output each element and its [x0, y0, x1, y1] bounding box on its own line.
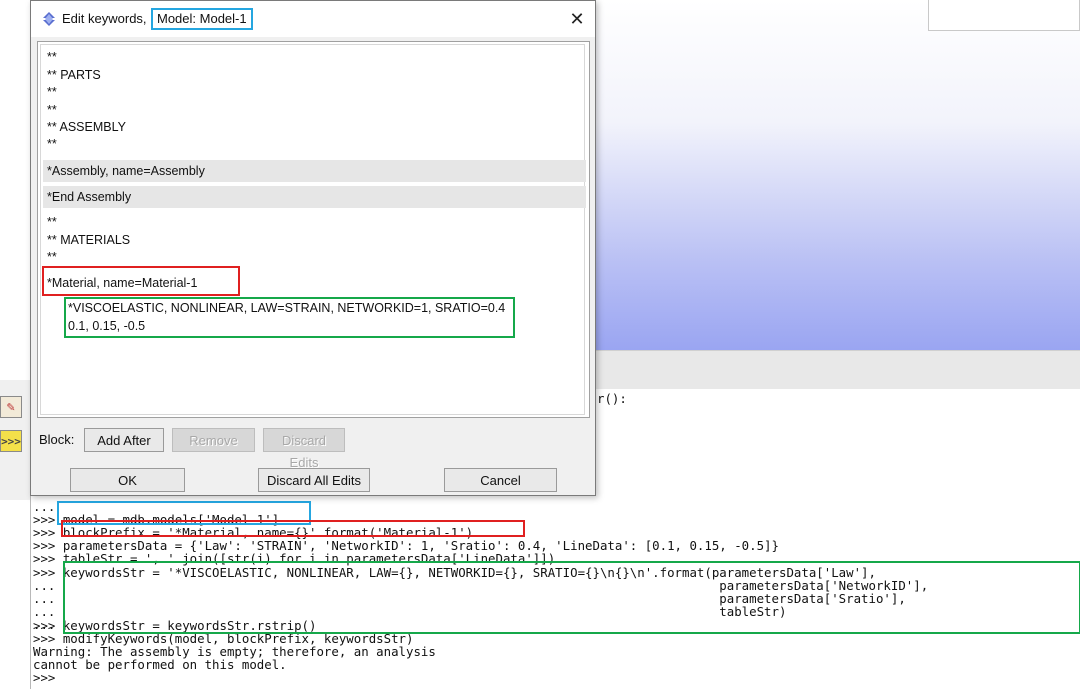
edit-keywords-dialog: Edit keywords, Model: Model-1 ✕ ** ** PA…: [30, 0, 596, 496]
close-icon: ✕: [569, 9, 585, 29]
python-prompt-icon[interactable]: >>>: [0, 430, 22, 452]
console-partial-line: r():: [597, 391, 627, 406]
discard-edits-button[interactable]: Discard Edits: [263, 428, 345, 470]
close-button[interactable]: ✕: [565, 7, 589, 31]
keyword-line: ** MATERIALS: [47, 233, 131, 247]
message-area-toolbox: ✎ >>>: [0, 380, 31, 500]
console-line: cannot be performed on this model.: [33, 657, 287, 672]
block-label: Block:: [39, 432, 75, 447]
keyword-line: **: [47, 103, 57, 117]
keyword-line: *Material, name=Material-1: [47, 276, 198, 290]
keyword-line: *End Assembly: [47, 190, 132, 204]
keyword-line: **: [47, 50, 57, 64]
dialog-titlebar[interactable]: Edit keywords, Model: Model-1 ✕: [31, 1, 595, 37]
console-line: >>> tableStr = ', '.join([str(i) for i i…: [33, 551, 556, 566]
dialog-title: Edit keywords,: [62, 11, 147, 26]
keyword-line: *VISCOELASTIC, NONLINEAR, LAW=STRAIN, NE…: [68, 301, 506, 315]
cancel-button[interactable]: Cancel: [444, 468, 557, 492]
prompt-area: [596, 350, 1080, 389]
console-line: >>>: [33, 670, 56, 685]
keywords-editor[interactable]: ** ** PARTS ** ** ** ASSEMBLY ** *Assemb…: [37, 41, 590, 418]
viewport[interactable]: [596, 0, 1080, 350]
keyword-line: 0.1, 0.15, -0.5: [68, 319, 146, 333]
keyword-line: *Assembly, name=Assembly: [47, 164, 205, 178]
ok-button[interactable]: OK: [70, 468, 185, 492]
keyword-line: **: [47, 137, 57, 151]
remove-button[interactable]: Remove: [172, 428, 255, 452]
console-line: ... tableStr): [33, 604, 787, 619]
keywords-editor-frame: [40, 44, 585, 415]
discard-all-edits-button[interactable]: Discard All Edits: [258, 468, 370, 492]
app-logo-icon: [42, 12, 56, 26]
keyword-line: **: [47, 250, 57, 264]
keyword-line: ** PARTS: [47, 68, 101, 82]
keyword-line: ** ASSEMBLY: [47, 120, 126, 134]
dialog-title-model: Model: Model-1: [151, 8, 253, 30]
query-icon[interactable]: ✎: [0, 396, 22, 418]
add-after-button[interactable]: Add After: [84, 428, 164, 452]
keyword-line: **: [47, 215, 57, 229]
keyword-line: **: [47, 85, 57, 99]
viewport-legend-box: [928, 0, 1080, 31]
